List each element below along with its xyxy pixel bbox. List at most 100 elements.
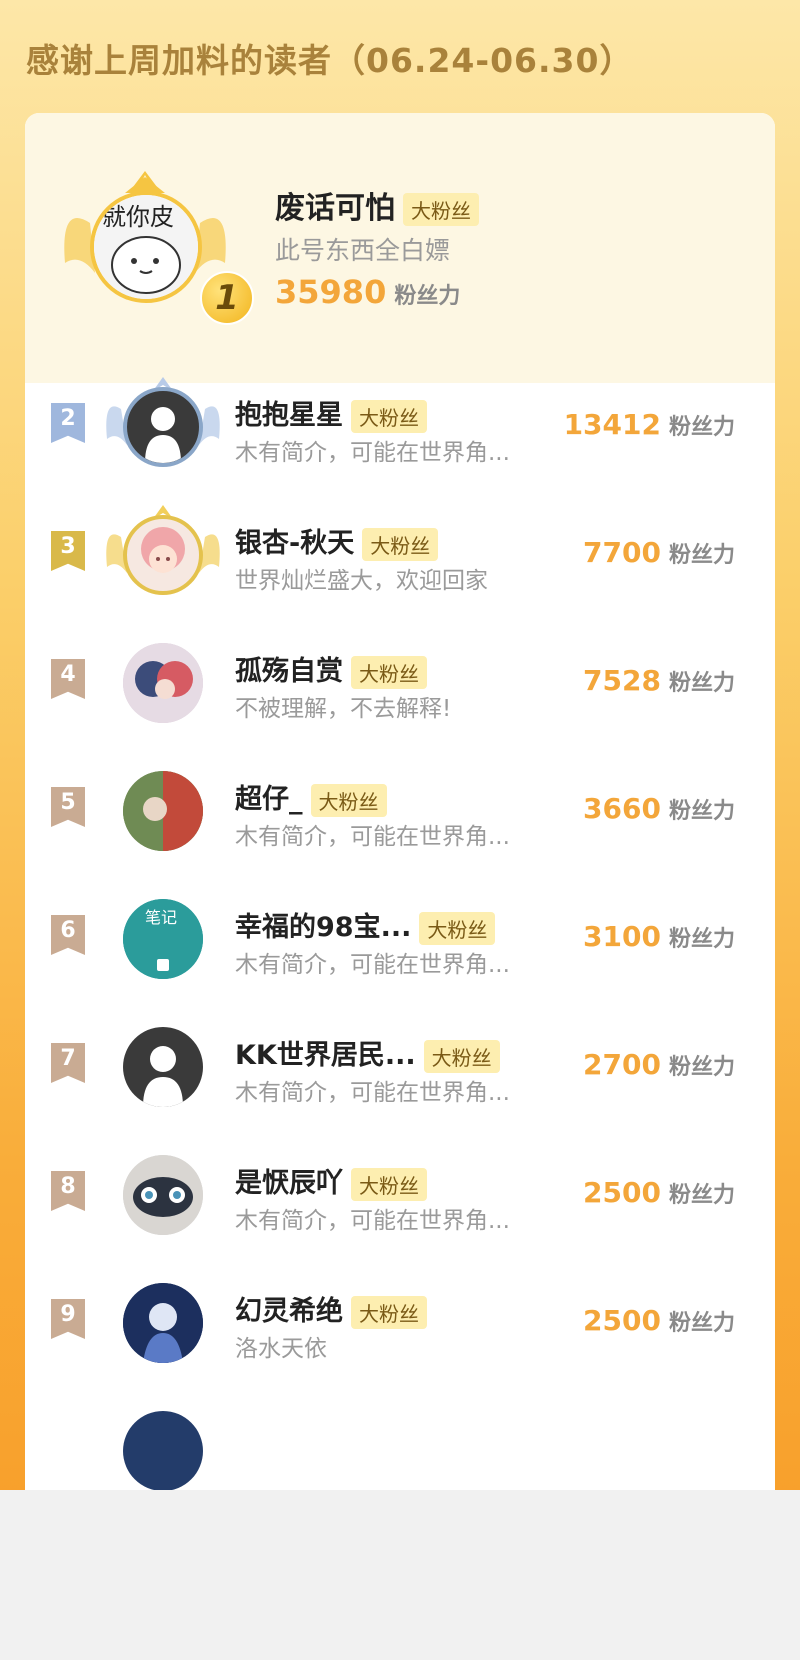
anime-girl-avatar-icon (141, 527, 185, 573)
fan-tag: 大粉丝 (310, 784, 387, 817)
rank-flag: 3 (51, 531, 85, 571)
silver-avatar-frame (103, 375, 223, 481)
entry-name-line: 幻灵希绝 大粉丝 (235, 1289, 427, 1329)
fan-power: 3660 粉丝力 (583, 792, 735, 825)
rank-2-entry[interactable]: 2 抱抱星星 大粉丝 木有简介，可能在世界角... 13412 粉丝力 (25, 363, 775, 491)
username[interactable]: 是恹辰吖 (235, 1168, 343, 1199)
username[interactable]: KK世界居民... (235, 1040, 416, 1071)
default-person-icon (145, 407, 181, 463)
username[interactable]: 超仔_ (235, 784, 303, 815)
fan-power-value: 13412 (563, 408, 661, 441)
username[interactable]: 银杏-秋天 (235, 528, 354, 559)
avatar[interactable]: 笔记 (123, 899, 203, 979)
notebook-avatar-icon: 笔记 (123, 899, 203, 979)
fan-power-unit: 粉丝力 (668, 1055, 735, 1080)
rank-3-entry[interactable]: 3 银杏-秋天 大粉丝 世界灿烂盛大，欢迎回家 7700 粉丝力 (25, 491, 775, 619)
fan-tag: 大粉丝 (423, 1040, 500, 1073)
page-title: 感谢上周加料的读者（06.24-06.30） (26, 41, 634, 80)
entry-name-line: 孤殇自赏 大粉丝 (235, 649, 427, 689)
user-bio: 不被理解，不去解释! (235, 696, 452, 722)
rank-1-entry[interactable]: 就你皮 1 废话可怕 大粉丝 此号东西全白嫖 35980 粉丝力 (25, 113, 775, 383)
rank-5-entry[interactable]: 5 超仔_ 大粉丝 木有简介，可能在世界角... 3660 粉丝力 (25, 747, 775, 875)
fan-power-value: 7700 (583, 536, 661, 569)
fan-power-unit: 粉丝力 (394, 284, 461, 309)
rank-6-entry[interactable]: 6 笔记 幸福的98宝... 大粉丝 木有简介，可能在世界角... 3100 粉丝力 (25, 875, 775, 1003)
fan-power-unit: 粉丝力 (668, 927, 735, 952)
fan-power-unit: 粉丝力 (668, 543, 735, 568)
avatar[interactable] (123, 643, 203, 723)
fan-power: 7528 粉丝力 (583, 664, 735, 697)
user-bio: 洛水天依 (235, 1336, 327, 1362)
rank-9-entry[interactable]: 9 幻灵希绝 大粉丝 洛水天依 2500 粉丝力 (25, 1259, 775, 1387)
avatar-frame (103, 759, 223, 865)
svg-text:就你皮: 就你皮 (102, 203, 174, 231)
fan-tag: 大粉丝 (403, 193, 479, 226)
plush-toy-avatar-icon (123, 1155, 203, 1235)
avatar[interactable] (123, 1155, 203, 1235)
anime-character-avatar-icon (123, 1283, 203, 1363)
illustrated-girls-avatar-icon (123, 643, 203, 723)
fan-power-unit: 粉丝力 (668, 799, 735, 824)
user-bio: 木有简介，可能在世界角... (235, 440, 510, 466)
cat-meme-avatar-icon: 就你皮 (94, 195, 198, 299)
avatar[interactable] (123, 387, 203, 467)
rank-flag: 4 (51, 659, 85, 699)
rank-4-entry[interactable]: 4 孤殇自赏 大粉丝 不被理解，不去解释! 7528 粉丝力 (25, 619, 775, 747)
top1-name-line: 废话可怕 大粉丝 (275, 183, 479, 227)
avatar[interactable]: 就你皮 (90, 191, 202, 303)
fan-power-unit: 粉丝力 (668, 415, 735, 440)
svg-text:笔记: 笔记 (145, 908, 177, 927)
user-bio: 木有简介，可能在世界角... (235, 1080, 510, 1106)
fan-power: 3100 粉丝力 (583, 920, 735, 953)
fan-power-value: 3660 (583, 792, 661, 825)
rank-flag: 9 (51, 1299, 85, 1339)
fan-power: 13412 粉丝力 (564, 408, 735, 441)
fan-power-value: 2500 (583, 1304, 661, 1337)
fan-power-unit: 粉丝力 (668, 671, 735, 696)
avatar[interactable] (123, 515, 203, 595)
entry-name-line: 抱抱星星 大粉丝 (235, 393, 427, 433)
fan-power-value: 3100 (583, 920, 661, 953)
username[interactable]: 幸福的98宝... (235, 912, 411, 943)
fan-power: 2500 粉丝力 (583, 1176, 735, 1209)
rank-flag: 6 (51, 915, 85, 955)
fan-tag: 大粉丝 (351, 1168, 427, 1201)
fan-tag: 大粉丝 (351, 400, 427, 433)
rank-flag: 8 (51, 1171, 85, 1211)
fan-power-value: 35980 (275, 273, 387, 311)
user-bio: 木有简介，可能在世界角... (235, 824, 510, 850)
top1-bio: 此号东西全白嫖 (275, 236, 451, 265)
rank-1-badge: 1 (200, 271, 254, 325)
avatar[interactable] (123, 1411, 203, 1491)
rank-flag: 5 (51, 787, 85, 827)
avatar[interactable] (123, 1027, 203, 1107)
user-bio: 木有简介，可能在世界角... (235, 952, 510, 978)
leaderboard-card: 就你皮 1 废话可怕 大粉丝 此号东西全白嫖 35980 粉丝力 2 抱抱星星 … (25, 113, 775, 1513)
rank-8-entry[interactable]: 8 是恹辰吖 大粉丝 木有简介，可能在世界角... 2500 粉丝力 (25, 1131, 775, 1259)
fan-tag: 大粉丝 (419, 912, 496, 945)
top1-username[interactable]: 废话可怕 (275, 191, 395, 226)
bottom-cutoff-area (0, 1490, 800, 1660)
username[interactable]: 孤殇自赏 (235, 656, 343, 687)
fan-power-unit: 粉丝力 (668, 1183, 735, 1208)
fan-power-unit: 粉丝力 (668, 1311, 735, 1336)
username[interactable]: 抱抱星星 (235, 400, 343, 431)
avatar[interactable] (123, 771, 203, 851)
avatar-frame (103, 1015, 223, 1121)
entry-name-line: 超仔_ 大粉丝 (235, 777, 387, 817)
entry-name-line: 是恹辰吖 大粉丝 (235, 1161, 427, 1201)
fan-power-value: 7528 (583, 664, 661, 697)
fan-tag: 大粉丝 (351, 656, 427, 689)
rank-7-entry[interactable]: 7 KK世界居民... 大粉丝 木有简介，可能在世界角... 2700 粉丝力 (25, 1003, 775, 1131)
entry-name-line: 幸福的98宝... 大粉丝 (235, 905, 496, 945)
default-person-icon (143, 1046, 183, 1107)
photo-avatar-icon (123, 771, 203, 851)
avatar[interactable] (123, 1283, 203, 1363)
fan-power-value: 2700 (583, 1048, 661, 1081)
rank-flag: 2 (51, 403, 85, 443)
fan-power-value: 2500 (583, 1176, 661, 1209)
username[interactable]: 幻灵希绝 (235, 1296, 343, 1327)
gold-avatar-frame (103, 503, 223, 609)
fan-power: 7700 粉丝力 (583, 536, 735, 569)
avatar-frame (103, 1271, 223, 1377)
